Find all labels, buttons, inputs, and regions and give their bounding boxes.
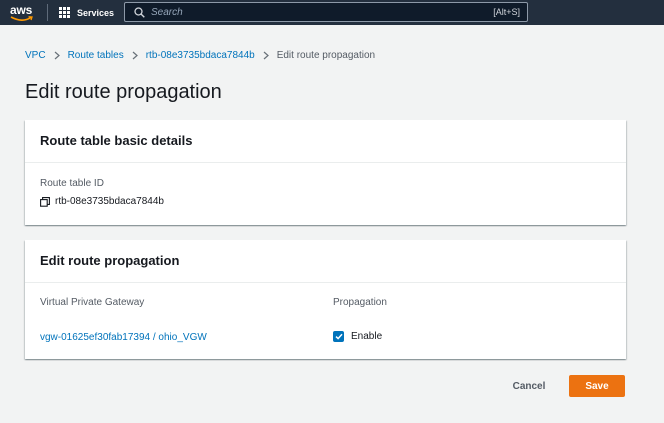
aws-logo-text: aws [10, 3, 33, 17]
aws-smile-icon [10, 16, 33, 21]
enable-label: Enable [351, 331, 383, 342]
page-title: Edit route propagation [25, 81, 222, 103]
grid-icon [59, 7, 70, 18]
cancel-button[interactable]: Cancel [498, 375, 560, 397]
top-navigation-bar: aws Services Search [Alt+S] [0, 0, 664, 25]
breadcrumb: VPC Route tables rtb-08e3735bdaca7844b E… [25, 48, 375, 62]
chevron-right-icon [263, 51, 269, 59]
services-label: Services [77, 7, 115, 18]
search-input[interactable]: Search [Alt+S] [124, 2, 528, 22]
search-shortcut: [Alt+S] [493, 7, 520, 17]
copy-icon[interactable] [40, 196, 50, 207]
breadcrumb-route-tables[interactable]: Route tables [68, 50, 124, 61]
breadcrumb-vpc[interactable]: VPC [25, 50, 46, 61]
chevron-right-icon [132, 51, 138, 59]
route-table-id-label: Route table ID [40, 178, 104, 189]
services-menu-button[interactable]: Services [59, 0, 114, 25]
checkmark-icon [334, 333, 343, 340]
edit-route-propagation-panel: Edit route propagation Virtual Private G… [25, 240, 626, 359]
search-icon [134, 7, 145, 18]
checkbox-checked[interactable] [333, 331, 344, 342]
gateway-link[interactable]: vgw-01625ef30fab17394 / ohio_VGW [40, 332, 207, 343]
edit-propagation-heading: Edit route propagation [25, 240, 626, 283]
search-placeholder: Search [151, 7, 183, 18]
aws-logo[interactable]: aws [6, 2, 40, 23]
enable-propagation-checkbox[interactable]: Enable [333, 331, 382, 342]
route-table-basic-details-panel: Route table basic details Route table ID… [25, 120, 626, 225]
route-table-id-value: rtb-08e3735bdaca7844b [55, 196, 164, 207]
save-button[interactable]: Save [569, 375, 625, 397]
column-header-gateway: Virtual Private Gateway [40, 297, 145, 308]
basic-details-heading: Route table basic details [25, 120, 626, 163]
route-table-id-value-row: rtb-08e3735bdaca7844b [40, 196, 164, 207]
nav-divider [47, 4, 48, 21]
breadcrumb-current: Edit route propagation [276, 49, 376, 61]
breadcrumb-route-table-id[interactable]: rtb-08e3735bdaca7844b [146, 50, 255, 61]
column-header-propagation: Propagation [333, 297, 387, 308]
chevron-right-icon [54, 51, 60, 59]
